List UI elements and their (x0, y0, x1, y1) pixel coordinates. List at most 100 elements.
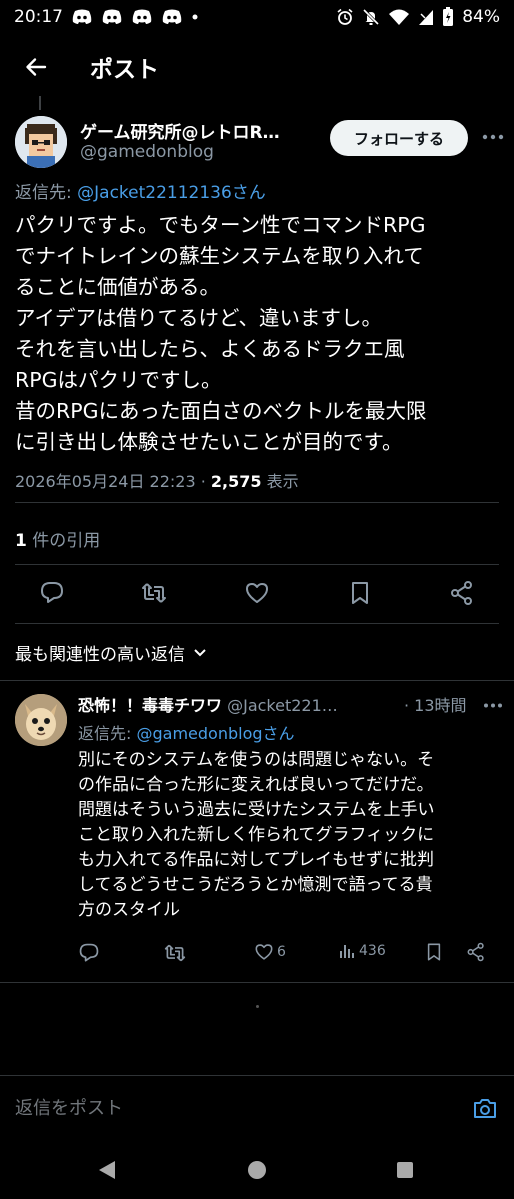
reply-text-line: も力入れてる作品に対してプレイもせずに批判 (78, 850, 434, 870)
discord-notification-icon (161, 9, 183, 25)
reply-repost-button[interactable] (164, 942, 186, 964)
reply-to-prefix: 返信先: (78, 724, 137, 743)
reply-input[interactable] (15, 1097, 435, 1119)
tweet-text-line: それを言い出したら、よくあるドラクエ風 (15, 337, 405, 361)
reply-author-handle[interactable]: @Jacket221… (222, 696, 338, 715)
camera-icon (474, 1099, 496, 1118)
author-name[interactable]: ゲーム研究所@レトロR… (80, 118, 314, 143)
alarm-icon (336, 8, 354, 26)
avatar[interactable] (15, 694, 67, 746)
tweet-text: パクリですよ。でもターン性でコマンドRPG でナイトレインの蘇生システムを取り入… (15, 210, 505, 458)
reply-share-button[interactable] (466, 942, 486, 962)
tweet-timestamp[interactable]: 2026年05月24日 22:23 · (15, 472, 211, 491)
bookmark-icon (352, 582, 368, 604)
reply-text-line: 方のスタイル (78, 900, 180, 920)
quotes-count: 1 (15, 531, 27, 551)
wifi-icon (388, 8, 410, 26)
thread-connector-line (39, 96, 41, 110)
divider (15, 564, 499, 565)
reply-text-line: 別にそのシステムを使うのは問題じゃない。そ (78, 750, 435, 770)
reply-to-line: 返信先: @gamedonblogさん (78, 720, 295, 744)
more-notifications-dot-icon (191, 13, 199, 21)
heart-icon (255, 944, 273, 960)
pixel-character-avatar-icon (15, 116, 67, 168)
author-handle[interactable]: @gamedonblog (80, 142, 214, 162)
divider (15, 502, 499, 503)
repost-button[interactable] (140, 579, 168, 607)
reply-to-line: 返信先: @Jacket22112136さん (15, 178, 266, 203)
top-bar: ポスト (0, 38, 514, 96)
speech-bubble-icon (41, 582, 63, 603)
share-icon (467, 942, 484, 962)
repost-icon (142, 583, 166, 603)
tweet-text-line: でナイトレインの蘇生システムを取り入れて (15, 244, 424, 268)
reply-views-button[interactable]: 436 (338, 942, 386, 960)
share-icon (451, 581, 472, 605)
divider (0, 1075, 514, 1076)
sort-label: 最も関連性の高い返信 (15, 645, 185, 665)
tweet-text-line: アイデアは借りてるけど、違いますし。 (15, 306, 382, 330)
quotes-label: 件の引用 (26, 531, 101, 551)
share-button[interactable] (448, 579, 476, 607)
tweet-text-line: に引き出し体験させたいことが目的です。 (15, 430, 403, 454)
discord-notification-icon (71, 9, 93, 25)
circle-home-icon (248, 1161, 266, 1179)
reply-view-count: 436 (359, 943, 386, 959)
more-options-button[interactable] (482, 126, 504, 148)
reply-sort-dropdown[interactable]: 最も関連性の高い返信 (15, 640, 207, 665)
bookmark-button[interactable] (346, 579, 374, 607)
reply-text-line: 問題はそういう過去に受けたシステムを上手い (78, 800, 435, 820)
reply-text-line: こと取り入れた新しく作られてグラフィックに (78, 825, 435, 845)
views-count: 2,575 (210, 472, 262, 491)
reply-bookmark-button[interactable] (424, 942, 444, 962)
reply-text: 別にそのシステムを使うのは問題じゃない。そ の作品に合った形に変えれば良いってだ… (78, 748, 508, 923)
reply-more-button[interactable] (482, 696, 504, 714)
reply-like-button[interactable]: 6 (254, 942, 286, 962)
reply-to-mention-link[interactable]: @Jacket22112136さん (77, 183, 266, 203)
reply-button[interactable] (38, 579, 66, 607)
divider (0, 680, 514, 681)
tweet-meta: 2026年05月24日 22:23 · 2,575 表示 (15, 468, 299, 492)
reply-like-count: 6 (277, 944, 286, 960)
nav-back-button[interactable] (95, 1158, 119, 1182)
like-button[interactable] (243, 579, 271, 607)
reply-composer (15, 1090, 499, 1126)
page-title: ポスト (90, 57, 159, 83)
quotes-link[interactable]: 1 件の引用 (15, 526, 100, 551)
nav-recents-button[interactable] (393, 1158, 417, 1182)
bookmark-icon (427, 943, 441, 961)
status-bar: 20:17 84% (0, 0, 514, 34)
reply-reply-button[interactable] (78, 942, 100, 964)
triangle-back-icon (99, 1161, 115, 1179)
signal-icon (418, 8, 434, 26)
tweet-text-line: ることに価値がある。 (15, 275, 220, 299)
loading-indicator-dot (256, 1005, 259, 1008)
views-label: 表示 (261, 472, 299, 491)
reply-to-mention-link[interactable]: @gamedonblogさん (136, 724, 294, 743)
battery-percent: 84% (462, 7, 500, 27)
reply-text-line: してるどうせこうだろうとか憶測で語ってる貴 (78, 875, 433, 895)
bar-chart-icon (340, 945, 354, 958)
square-recents-icon (397, 1162, 413, 1178)
tweet-text-line: RPGはパクリですし。 (15, 368, 222, 392)
avatar[interactable] (15, 116, 67, 168)
discord-notification-icon (101, 9, 123, 25)
system-navigation-bar (0, 1140, 514, 1199)
repost-icon (164, 944, 186, 962)
reply-author-name[interactable]: 恐怖！！毒毒チワワ (78, 696, 222, 715)
more-horizontal-icon (484, 703, 502, 707)
tweet-text-line: 昔のRPGにあった面白さのベクトルを最大限 (15, 399, 427, 423)
discord-notification-icon (131, 9, 153, 25)
back-button[interactable] (20, 51, 52, 83)
divider (0, 982, 514, 983)
nav-home-button[interactable] (245, 1158, 269, 1182)
reply-text-line: の作品に合った形に変えれば良いってだけだ。 (78, 775, 434, 795)
follow-button[interactable]: フォローする (330, 120, 468, 156)
chihuahua-avatar-icon (15, 694, 67, 746)
reply-to-prefix: 返信先: (15, 183, 78, 203)
reply-time[interactable]: · 13時間 (400, 692, 467, 716)
speech-bubble-icon (79, 943, 99, 962)
more-horizontal-icon (482, 134, 504, 140)
camera-button[interactable] (471, 1094, 499, 1122)
tweet-text-line: パクリですよ。でもターン性でコマンドRPG (15, 213, 426, 237)
